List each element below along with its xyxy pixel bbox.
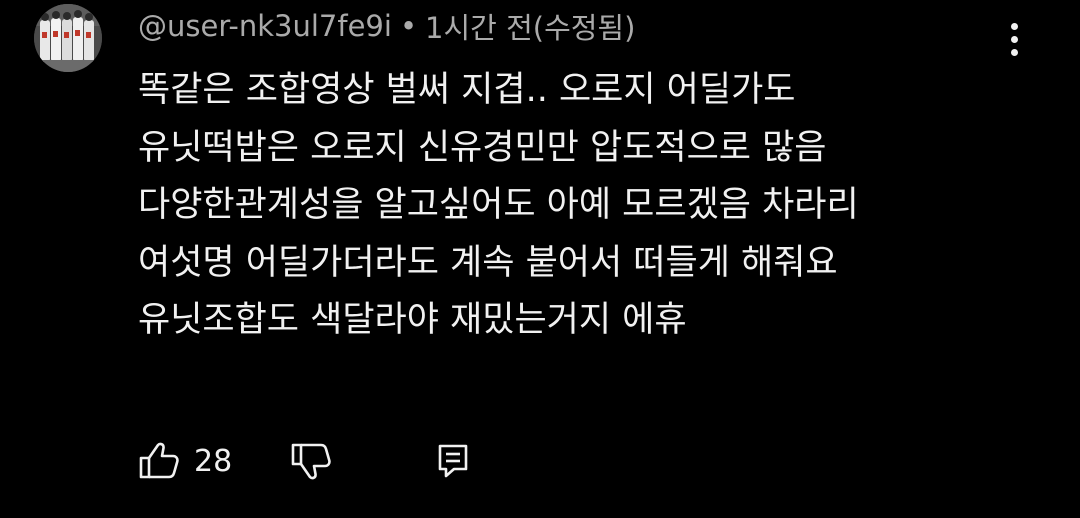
reply-button[interactable]	[436, 443, 470, 479]
like-count: 28	[194, 443, 233, 479]
comment-thread: @user-nk3ul7fe9i • 1시간 전(수정됨) 똑같은 조합영상 벌…	[0, 0, 1080, 518]
comment-actions: 28	[138, 436, 470, 486]
avatar-image	[34, 4, 102, 72]
comment-text: 똑같은 조합영상 벌써 지겹.. 오로지 어딜가도 유닛떡밥은 오로지 신유경민…	[138, 62, 1038, 350]
thumb-down-icon	[291, 443, 331, 480]
thumb-up-icon	[139, 442, 179, 479]
comment-header: @user-nk3ul7fe9i • 1시간 전(수정됨)	[138, 6, 635, 46]
separator-dot: •	[399, 9, 418, 43]
avatar[interactable]	[34, 4, 102, 72]
author-name[interactable]: @user-nk3ul7fe9i	[138, 9, 392, 43]
dislike-button[interactable]	[290, 442, 332, 480]
comment-line: 유닛조합도 색달라야 재밌는거지 에휴	[138, 300, 687, 340]
comment-timestamp[interactable]: 1시간 전(수정됨)	[425, 5, 635, 47]
like-button[interactable]: 28	[138, 442, 232, 480]
more-vert-icon	[1010, 22, 1018, 30]
comment-line: 유닛떡밥은 오로지 신유경민만 압도적으로 많음	[138, 127, 827, 168]
more-options-button[interactable]	[996, 14, 1032, 64]
comment-reply-icon	[438, 444, 468, 478]
comment-line: 똑같은 조합영상 벌써 지겹.. 오로지 어딜가도	[138, 70, 796, 110]
comment-line: 여섯명 어딜가더라도 계속 붙어서 떠들게 해줘요	[138, 242, 838, 283]
comment-line: 다양한관계성을 알고싶어도 아예 모르겠음 차라리	[138, 185, 859, 225]
